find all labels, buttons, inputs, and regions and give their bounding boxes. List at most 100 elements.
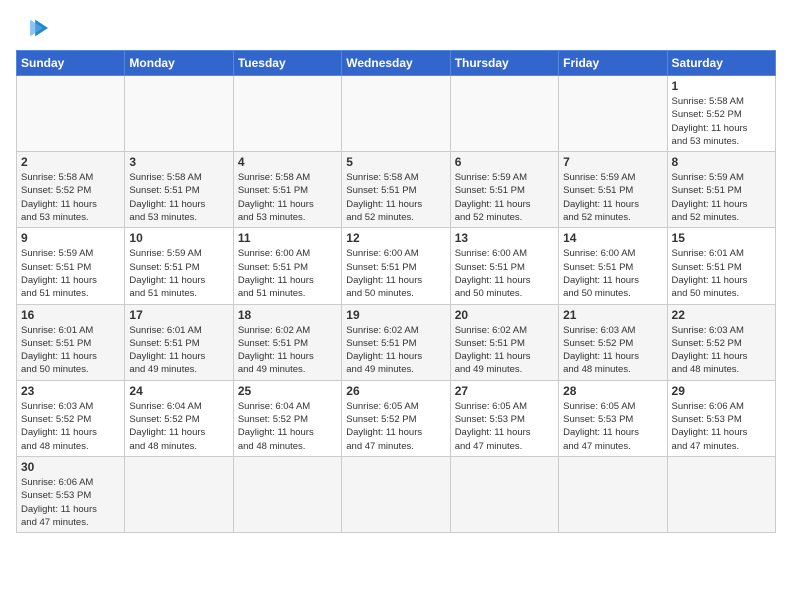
calendar-cell: 5Sunrise: 5:58 AM Sunset: 5:51 PM Daylig… [342, 152, 450, 228]
calendar-cell [667, 456, 775, 532]
calendar-cell: 11Sunrise: 6:00 AM Sunset: 5:51 PM Dayli… [233, 228, 341, 304]
header-cell-wednesday: Wednesday [342, 51, 450, 76]
calendar-cell: 9 Sunrise: 5:59 AM Sunset: 5:51 PM Daylig… [17, 228, 125, 304]
calendar-cell: 18 Sunrise: 6:02 AM Sunset: 5:51 PM Dayli… [233, 304, 341, 380]
header-cell-tuesday: Tuesday [233, 51, 341, 76]
day-number: 21 [563, 308, 662, 322]
day-number: 22 [672, 308, 771, 322]
day-info: Sunrise: 6:02 AM Sunset: 5:51 PM Dayligh… [346, 324, 445, 377]
day-info: Sunrise: 6:00 AM Sunset: 5:51 PM Dayligh… [346, 247, 445, 300]
day-info: Sunrise: 6:01 AM Sunset: 5:51 PM Dayligh… [129, 324, 228, 377]
header-cell-thursday: Thursday [450, 51, 558, 76]
calendar-cell: 22 Sunrise: 6:03 AM Sunset: 5:52 PM Dayli… [667, 304, 775, 380]
page-header [16, 16, 776, 38]
day-number: 8 [672, 155, 771, 169]
calendar-cell: 27 Sunrise: 6:05 AM Sunset: 5:53 PM Dayli… [450, 380, 558, 456]
calendar-header-row: SundayMondayTuesdayWednesdayThursdayFrid… [17, 51, 776, 76]
calendar-week-row: 16 Sunrise: 6:01 AM Sunset: 5:51 PM Dayli… [17, 304, 776, 380]
day-info: Sunrise: 5:58 AM Sunset: 5:52 PM Dayligh… [672, 95, 771, 148]
day-number: 12 [346, 231, 445, 245]
calendar-body: 1Sunrise: 5:58 AM Sunset: 5:52 PM Daylig… [17, 76, 776, 533]
day-info: Sunrise: 6:05 AM Sunset: 5:53 PM Dayligh… [455, 400, 554, 453]
calendar-cell: 6 Sunrise: 5:59 AM Sunset: 5:51 PM Daylig… [450, 152, 558, 228]
calendar-cell: 28Sunrise: 6:05 AM Sunset: 5:53 PM Dayli… [559, 380, 667, 456]
calendar-cell: 4Sunrise: 5:58 AM Sunset: 5:51 PM Daylig… [233, 152, 341, 228]
day-number: 9 [21, 231, 120, 245]
calendar-cell: 15Sunrise: 6:01 AM Sunset: 5:51 PM Dayli… [667, 228, 775, 304]
calendar-cell: 2Sunrise: 5:58 AM Sunset: 5:52 PM Daylig… [17, 152, 125, 228]
day-info: Sunrise: 6:04 AM Sunset: 5:52 PM Dayligh… [238, 400, 337, 453]
day-info: Sunrise: 5:59 AM Sunset: 5:51 PM Dayligh… [455, 171, 554, 224]
calendar-cell [342, 456, 450, 532]
calendar-cell [125, 76, 233, 152]
day-number: 27 [455, 384, 554, 398]
calendar-cell: 30 Sunrise: 6:06 AM Sunset: 5:53 PM Dayli… [17, 456, 125, 532]
day-number: 14 [563, 231, 662, 245]
header-cell-monday: Monday [125, 51, 233, 76]
calendar-cell [450, 76, 558, 152]
day-info: Sunrise: 6:00 AM Sunset: 5:51 PM Dayligh… [455, 247, 554, 300]
calendar-week-row: 9 Sunrise: 5:59 AM Sunset: 5:51 PM Daylig… [17, 228, 776, 304]
calendar-cell [17, 76, 125, 152]
calendar-table: SundayMondayTuesdayWednesdayThursdayFrid… [16, 50, 776, 533]
day-number: 3 [129, 155, 228, 169]
day-info: Sunrise: 6:05 AM Sunset: 5:52 PM Dayligh… [346, 400, 445, 453]
header-cell-sunday: Sunday [17, 51, 125, 76]
calendar-cell [559, 76, 667, 152]
day-number: 29 [672, 384, 771, 398]
day-number: 10 [129, 231, 228, 245]
calendar-cell: 3 Sunrise: 5:58 AM Sunset: 5:51 PM Daylig… [125, 152, 233, 228]
day-number: 16 [21, 308, 120, 322]
calendar-cell: 21Sunrise: 6:03 AM Sunset: 5:52 PM Dayli… [559, 304, 667, 380]
day-number: 17 [129, 308, 228, 322]
day-number: 26 [346, 384, 445, 398]
day-info: Sunrise: 6:06 AM Sunset: 5:53 PM Dayligh… [672, 400, 771, 453]
calendar-cell [342, 76, 450, 152]
calendar-cell: 8 Sunrise: 5:59 AM Sunset: 5:51 PM Daylig… [667, 152, 775, 228]
day-number: 5 [346, 155, 445, 169]
calendar-cell: 24 Sunrise: 6:04 AM Sunset: 5:52 PM Dayli… [125, 380, 233, 456]
day-info: Sunrise: 6:03 AM Sunset: 5:52 PM Dayligh… [672, 324, 771, 377]
calendar-cell: 20Sunrise: 6:02 AM Sunset: 5:51 PM Dayli… [450, 304, 558, 380]
day-number: 28 [563, 384, 662, 398]
day-number: 30 [21, 460, 120, 474]
day-number: 11 [238, 231, 337, 245]
day-info: Sunrise: 5:58 AM Sunset: 5:51 PM Dayligh… [129, 171, 228, 224]
calendar-cell: 7 Sunrise: 5:59 AM Sunset: 5:51 PM Daylig… [559, 152, 667, 228]
calendar-cell: 26 Sunrise: 6:05 AM Sunset: 5:52 PM Dayli… [342, 380, 450, 456]
day-number: 4 [238, 155, 337, 169]
header-cell-saturday: Saturday [667, 51, 775, 76]
day-info: Sunrise: 6:06 AM Sunset: 5:53 PM Dayligh… [21, 476, 120, 529]
day-info: Sunrise: 6:02 AM Sunset: 5:51 PM Dayligh… [238, 324, 337, 377]
calendar-cell [450, 456, 558, 532]
day-info: Sunrise: 5:58 AM Sunset: 5:52 PM Dayligh… [21, 171, 120, 224]
calendar-cell [233, 76, 341, 152]
calendar-cell: 12 Sunrise: 6:00 AM Sunset: 5:51 PM Dayli… [342, 228, 450, 304]
calendar-cell: 19 Sunrise: 6:02 AM Sunset: 5:51 PM Dayli… [342, 304, 450, 380]
day-info: Sunrise: 6:02 AM Sunset: 5:51 PM Dayligh… [455, 324, 554, 377]
calendar-cell: 16 Sunrise: 6:01 AM Sunset: 5:51 PM Dayli… [17, 304, 125, 380]
day-info: Sunrise: 6:04 AM Sunset: 5:52 PM Dayligh… [129, 400, 228, 453]
day-number: 24 [129, 384, 228, 398]
day-info: Sunrise: 5:59 AM Sunset: 5:51 PM Dayligh… [672, 171, 771, 224]
calendar-cell: 17 Sunrise: 6:01 AM Sunset: 5:51 PM Dayli… [125, 304, 233, 380]
calendar-cell: 14 Sunrise: 6:00 AM Sunset: 5:51 PM Dayli… [559, 228, 667, 304]
calendar-cell: 25 Sunrise: 6:04 AM Sunset: 5:52 PM Dayli… [233, 380, 341, 456]
day-number: 19 [346, 308, 445, 322]
day-info: Sunrise: 5:59 AM Sunset: 5:51 PM Dayligh… [563, 171, 662, 224]
day-info: Sunrise: 5:59 AM Sunset: 5:51 PM Dayligh… [21, 247, 120, 300]
day-number: 18 [238, 308, 337, 322]
day-number: 6 [455, 155, 554, 169]
day-number: 13 [455, 231, 554, 245]
day-info: Sunrise: 6:01 AM Sunset: 5:51 PM Dayligh… [21, 324, 120, 377]
calendar-week-row: 2Sunrise: 5:58 AM Sunset: 5:52 PM Daylig… [17, 152, 776, 228]
logo [16, 16, 52, 38]
day-info: Sunrise: 6:00 AM Sunset: 5:51 PM Dayligh… [563, 247, 662, 300]
header-cell-friday: Friday [559, 51, 667, 76]
day-number: 7 [563, 155, 662, 169]
calendar-cell: 10Sunrise: 5:59 AM Sunset: 5:51 PM Dayli… [125, 228, 233, 304]
calendar-week-row: 30 Sunrise: 6:06 AM Sunset: 5:53 PM Dayli… [17, 456, 776, 532]
day-number: 25 [238, 384, 337, 398]
calendar-week-row: 1Sunrise: 5:58 AM Sunset: 5:52 PM Daylig… [17, 76, 776, 152]
calendar-week-row: 23Sunrise: 6:03 AM Sunset: 5:52 PM Dayli… [17, 380, 776, 456]
